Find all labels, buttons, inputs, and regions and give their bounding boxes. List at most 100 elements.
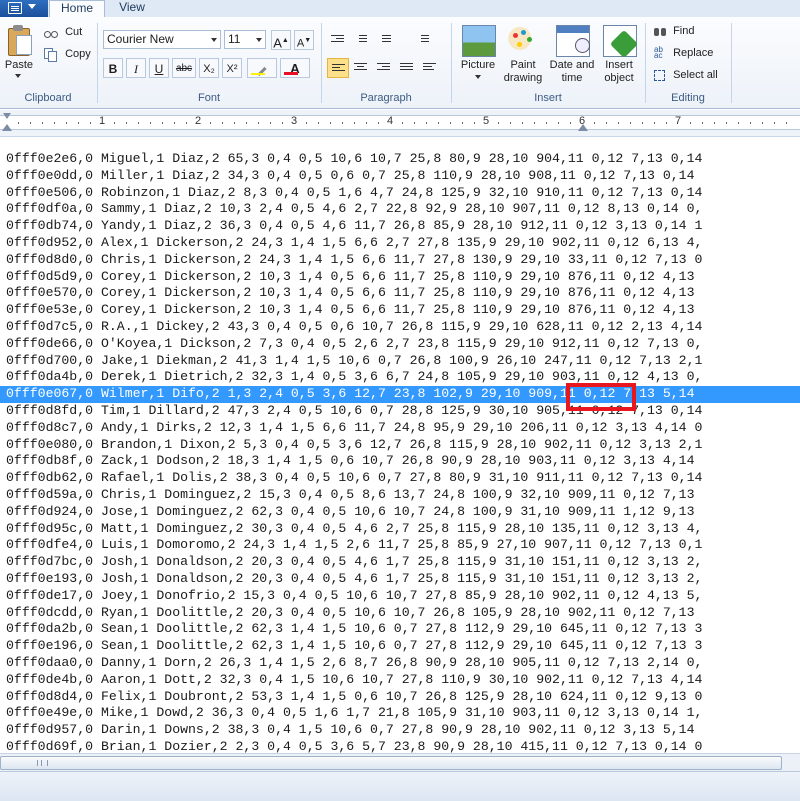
text-line[interactable]: 0fff0e570,0 Corey,1 Dickerson,2 10,3 1,4… <box>0 285 800 302</box>
application-menu-button[interactable] <box>0 0 48 17</box>
align-left-button[interactable] <box>327 58 349 78</box>
ruler-tick <box>474 122 475 124</box>
text-line[interactable]: 0fff0db8f,0 Zack,1 Dodson,2 18,3 1,4 1,5… <box>0 453 800 470</box>
align-right-button[interactable] <box>373 58 395 78</box>
ruler-tick <box>366 122 367 124</box>
select-all-label: Select all <box>673 69 718 81</box>
ruler-tick <box>426 122 427 124</box>
first-line-indent-marker[interactable] <box>3 113 11 119</box>
scrollbar-thumb[interactable] <box>0 756 782 770</box>
date-time-label-line2: time <box>561 72 583 84</box>
ruler-tick <box>702 122 703 124</box>
bullets-button[interactable] <box>374 30 404 50</box>
align-center-button[interactable] <box>350 58 372 78</box>
date-time-button[interactable]: Date and time <box>548 21 596 87</box>
document-editor[interactable]: 0fff0e2e6,0 Miguel,1 Diaz,2 65,3 0,4 0,5… <box>0 137 800 753</box>
selected-text-line[interactable]: 0fff0e067,0 Wilmer,1 Difo,2 1,3 2,4 0,5 … <box>0 386 800 403</box>
paint-drawing-button[interactable]: Paint drawing <box>500 21 546 87</box>
text-line[interactable]: 0fff0dcdd,0 Ryan,1 Doolittle,2 20,3 0,4 … <box>0 605 800 622</box>
find-button[interactable]: Find <box>654 22 694 40</box>
font-size-select[interactable]: 11 <box>224 30 266 49</box>
text-line[interactable]: 0fff0e193,0 Josh,1 Donaldson,2 20,3 0,4 … <box>0 571 800 588</box>
superscript-button[interactable]: X² <box>222 58 242 78</box>
italic-button[interactable]: I <box>126 58 146 78</box>
tab-home[interactable]: Home <box>49 0 105 18</box>
ruler-tick <box>510 122 511 124</box>
ruler-tick <box>594 122 595 124</box>
ruler-tick <box>258 122 259 124</box>
text-line[interactable]: 0fff0df0a,0 Sammy,1 Diaz,2 10,3 2,4 0,5 … <box>0 201 800 218</box>
text-line[interactable]: 0fff0d952,0 Alex,1 Dickerson,2 24,3 1,4 … <box>0 235 800 252</box>
text-line[interactable]: 0fff0e2e6,0 Miguel,1 Diaz,2 65,3 0,4 0,5… <box>0 151 800 168</box>
text-line[interactable]: 0fff0d700,0 Jake,1 Diekman,2 41,3 1,4 1,… <box>0 353 800 370</box>
text-line[interactable]: 0fff0de17,0 Joey,1 Donofrio,2 15,3 0,4 0… <box>0 588 800 605</box>
subscript-button[interactable]: X₂ <box>199 58 219 78</box>
highlight-color-button[interactable] <box>247 58 277 78</box>
paste-button[interactable]: Paste <box>0 17 38 81</box>
picture-button[interactable]: Picture <box>456 21 500 87</box>
font-color-button[interactable]: A <box>280 58 310 78</box>
find-label: Find <box>673 25 695 37</box>
bold-button[interactable]: B <box>103 58 123 78</box>
text-line[interactable]: 0fff0d8c7,0 Andy,1 Dirks,2 12,3 1,4 1,5 … <box>0 420 800 437</box>
text-line[interactable]: 0fff0d8d0,0 Chris,1 Dickerson,2 24,3 1,4… <box>0 252 800 269</box>
text-line[interactable]: 0fff0d7c5,0 R.A.,1 Dickey,2 43,3 0,4 0,5… <box>0 319 800 336</box>
left-indent-marker[interactable] <box>2 124 12 131</box>
cut-button[interactable]: Cut <box>44 23 82 41</box>
replace-button[interactable]: ab ac Replace <box>654 44 713 62</box>
text-line[interactable]: 0fff0d957,0 Darin,1 Downs,2 38,3 0,4 1,5… <box>0 722 800 739</box>
tab-view[interactable]: View <box>108 0 156 17</box>
text-line[interactable]: 0fff0db62,0 Rafael,1 Dolis,2 38,3 0,4 0,… <box>0 470 800 487</box>
copy-label: Copy <box>65 48 91 60</box>
ruler-tick <box>30 122 31 124</box>
text-line[interactable]: 0fff0da4b,0 Derek,1 Dietrich,2 32,3 1,4 … <box>0 369 800 386</box>
increase-indent-button[interactable] <box>350 30 372 50</box>
ruler-tick <box>378 122 379 124</box>
paint-drawing-label-line2: drawing <box>503 72 543 84</box>
justify-button[interactable] <box>396 58 418 78</box>
text-line[interactable]: 0fff0d7bc,0 Josh,1 Donaldson,2 20,3 0,4 … <box>0 554 800 571</box>
line-spacing-icon <box>416 35 429 44</box>
paint-drawing-label-line1: Paint <box>510 59 536 71</box>
text-line[interactable]: 0fff0e080,0 Brandon,1 Dixon,2 5,3 0,4 0,… <box>0 437 800 454</box>
ruler-tick <box>666 122 667 124</box>
text-line[interactable]: 0fff0d8fd,0 Tim,1 Dillard,2 47,3 2,4 0,5… <box>0 403 800 420</box>
text-line[interactable]: 0fff0d5d9,0 Corey,1 Dickerson,2 10,3 1,4… <box>0 269 800 286</box>
select-all-button[interactable]: Select all <box>654 66 718 84</box>
insert-object-button[interactable]: Insert object <box>596 21 642 87</box>
text-line[interactable]: 0fff0db74,0 Yandy,1 Diaz,2 36,3 0,4 0,5 … <box>0 218 800 235</box>
strikethrough-button[interactable]: abc <box>172 58 196 78</box>
font-family-select[interactable]: Courier New <box>103 30 221 49</box>
text-line[interactable]: 0fff0e506,0 Robinzon,1 Diaz,2 8,3 0,4 0,… <box>0 185 800 202</box>
text-line[interactable]: 0fff0daa0,0 Danny,1 Dorn,2 26,3 1,4 1,5 … <box>0 655 800 672</box>
paste-icon <box>8 25 32 56</box>
text-line[interactable]: 0fff0d95c,0 Matt,1 Dominguez,2 30,3 0,4 … <box>0 521 800 538</box>
paragraph-settings-button[interactable] <box>419 58 441 78</box>
chevron-down-icon <box>28 4 36 9</box>
text-line[interactable]: 0fff0d69f,0 Brian,1 Dozier,2 2,3 0,4 0,5… <box>0 739 800 753</box>
underline-button[interactable]: U <box>149 58 169 78</box>
ruler-tick <box>522 122 523 124</box>
text-line[interactable]: 0fff0e53e,0 Corey,1 Dickerson,2 10,3 1,4… <box>0 302 800 319</box>
grow-font-button[interactable]: A▲ <box>271 30 291 50</box>
text-line[interactable]: 0fff0e0dd,0 Miller,1 Diaz,2 34,3 0,4 0,5… <box>0 168 800 185</box>
text-line[interactable]: 0fff0d59a,0 Chris,1 Dominguez,2 15,3 0,4… <box>0 487 800 504</box>
text-line[interactable]: 0fff0de4b,0 Aaron,1 Dott,2 32,3 0,4 1,5 … <box>0 672 800 689</box>
shrink-font-button[interactable]: A▼ <box>294 30 314 50</box>
text-line[interactable]: 0fff0de66,0 O'Koyea,1 Dickson,2 7,3 0,4 … <box>0 336 800 353</box>
text-line[interactable]: 0fff0dfe4,0 Luis,1 Domoromo,2 24,3 1,4 1… <box>0 537 800 554</box>
text-line[interactable]: 0fff0d924,0 Jose,1 Dominguez,2 62,3 0,4 … <box>0 504 800 521</box>
horizontal-scrollbar[interactable] <box>0 753 800 771</box>
decrease-indent-button[interactable] <box>327 30 349 50</box>
text-line[interactable]: 0fff0e49e,0 Mike,1 Dowd,2 36,3 0,4 0,5 1… <box>0 705 800 722</box>
insert-group-label: Insert <box>534 92 562 104</box>
ruler-tick <box>642 122 643 124</box>
line-spacing-button[interactable] <box>412 30 442 50</box>
ruler-tick <box>414 122 415 124</box>
right-indent-marker[interactable] <box>578 124 588 131</box>
copy-button[interactable]: Copy <box>44 45 91 63</box>
text-line[interactable]: 0fff0e196,0 Sean,1 Doolittle,2 62,3 1,4 … <box>0 638 800 655</box>
text-line[interactable]: 0fff0da2b,0 Sean,1 Doolittle,2 62,3 1,4 … <box>0 621 800 638</box>
ruler-tick <box>90 122 91 124</box>
text-line[interactable]: 0fff0d8d4,0 Felix,1 Doubront,2 53,3 1,4 … <box>0 689 800 706</box>
